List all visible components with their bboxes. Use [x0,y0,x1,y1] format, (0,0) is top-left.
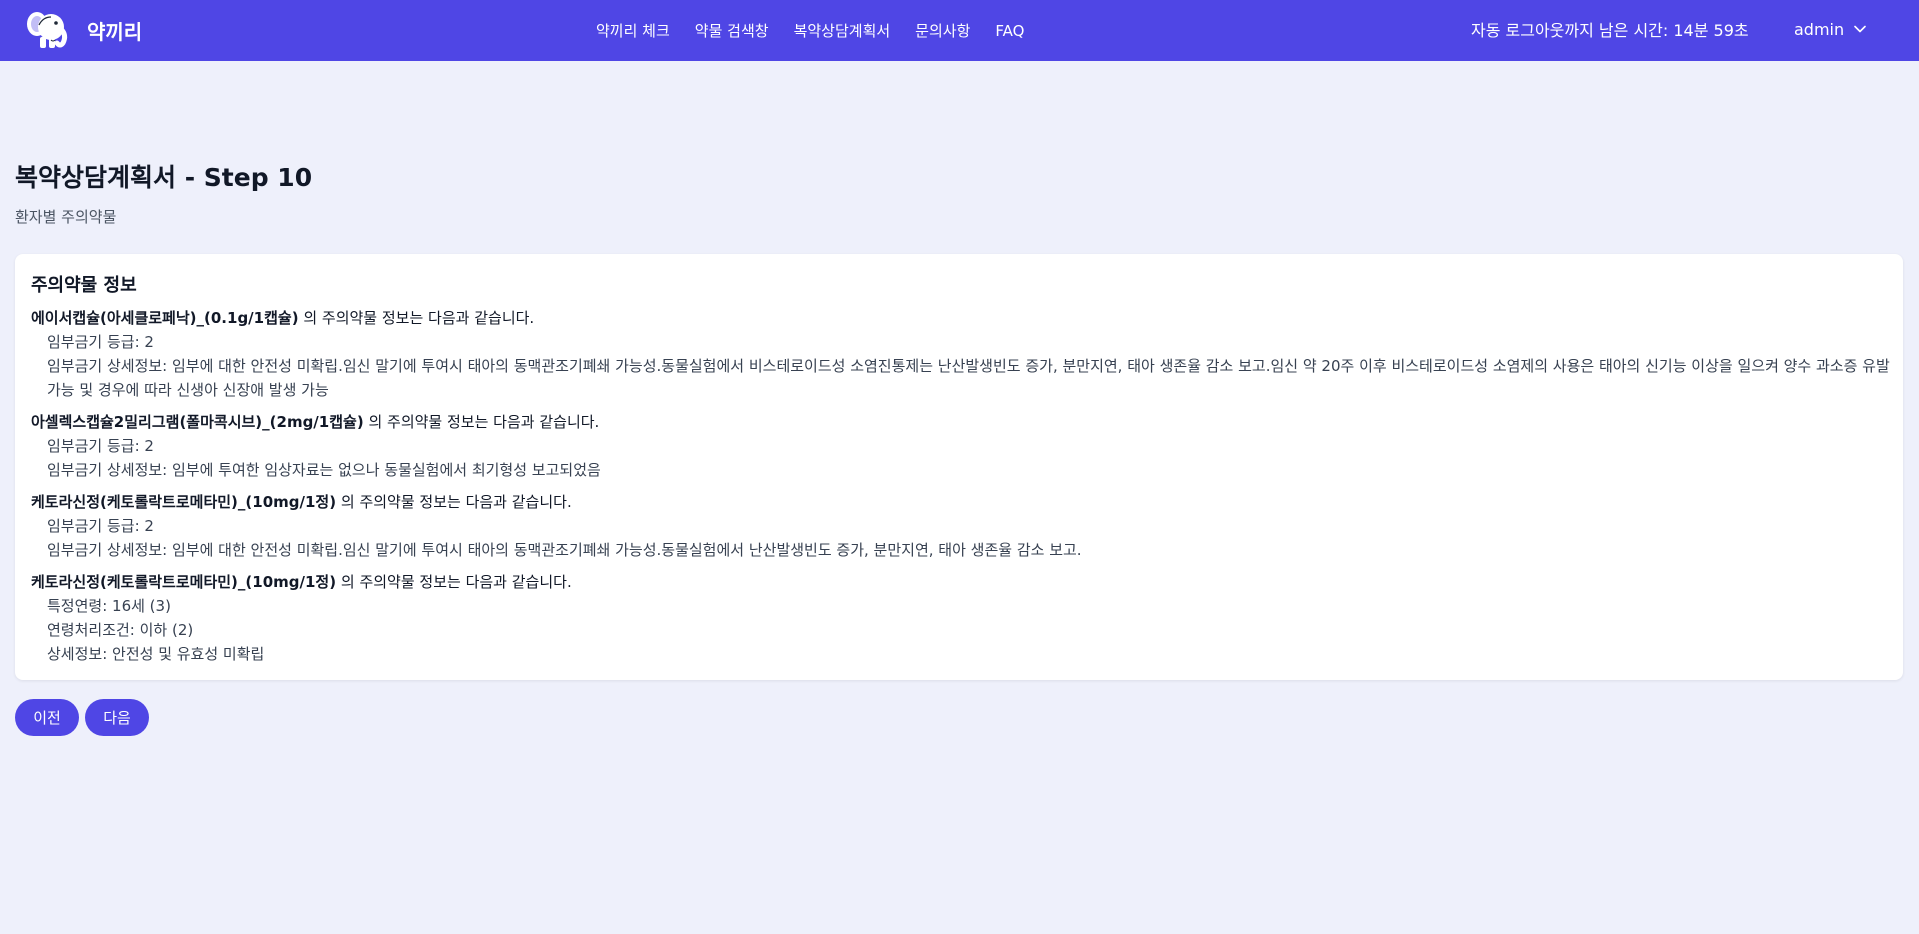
caution-drug-entry: 케토라신정(케토롤락트로메타민)_(10mg/1정) 의 주의약물 정보는 다음… [31,490,1893,562]
detail-line: 연령처리조건: 이하 (2) [47,621,194,639]
card-title: 주의약물 정보 [31,275,137,296]
page-title: 복약상담계획서 - Step 10 [15,163,313,192]
nav-link-faq[interactable]: FAQ [995,22,1024,40]
page-subtitle: 환자별 주의약물 [15,208,117,226]
brand[interactable]: 약끼리 [25,9,142,51]
detail-line: 임부금기 등급: 2 [47,517,154,535]
entry-heading: 에이서캡슐(아세클로페낙)_(0.1g/1캡슐) 의 주의약물 정보는 다음과 … [31,306,1893,330]
nav-link-counseling-plan[interactable]: 복약상담계획서 [794,20,891,41]
entry-heading: 케토라신정(케토롤락트로메타민)_(10mg/1정) 의 주의약물 정보는 다음… [31,490,1893,514]
nav-link-drug-search[interactable]: 약물 검색창 [695,20,769,41]
entry-suffix: 의 주의약물 정보는 다음과 같습니다. [340,493,572,511]
caution-drug-list: 에이서캡슐(아세클로페낙)_(0.1g/1캡슐) 의 주의약물 정보는 다음과 … [31,306,1893,674]
entry-suffix: 의 주의약물 정보는 다음과 같습니다. [368,413,600,431]
entry-heading: 케토라신정(케토롤락트로메타민)_(10mg/1정) 의 주의약물 정보는 다음… [31,570,1893,594]
elephant-logo-icon [27,12,68,48]
detail-line: 상세정보: 안전성 및 유효성 미확립 [47,645,265,663]
caution-drug-entry: 에이서캡슐(아세클로페낙)_(0.1g/1캡슐) 의 주의약물 정보는 다음과 … [31,306,1893,402]
logout-timer: 자동 로그아웃까지 남은 시간: 14분 59초 [1471,21,1749,40]
username: admin [1794,19,1845,39]
entry-suffix: 의 주의약물 정보는 다음과 같습니다. [303,309,535,327]
caution-drug-entry: 아셀렉스캡슐2밀리그램(폴마콕시브)_(2mg/1캡슐) 의 주의약물 정보는 … [31,410,1893,482]
main-nav: 약끼리 체크 약물 검색창 복약상담계획서 문의사항 FAQ [596,0,1049,61]
drug-name: 아셀렉스캡슐2밀리그램(폴마콕시브)_(2mg/1캡슐) [31,413,364,431]
caution-drug-entry: 케토라신정(케토롤락트로메타민)_(10mg/1정) 의 주의약물 정보는 다음… [31,570,1893,666]
drug-name: 케토라신정(케토롤락트로메타민)_(10mg/1정) [31,573,337,591]
drug-name: 케토라신정(케토롤락트로메타민)_(10mg/1정) [31,493,337,511]
caution-drug-card: 주의약물 정보 에이서캡슐(아세클로페낙)_(0.1g/1캡슐) 의 주의약물 … [15,254,1903,680]
detail-line: 특정연령: 16세 (3) [47,597,171,615]
brand-name: 약끼리 [87,19,143,44]
prev-button[interactable]: 이전 [15,699,79,736]
next-button[interactable]: 다음 [85,699,149,736]
entry-suffix: 의 주의약물 정보는 다음과 같습니다. [340,573,572,591]
top-navbar: 약끼리 약끼리 체크 약물 검색창 복약상담계획서 문의사항 FAQ 자동 로그… [0,0,1919,61]
detail-line: 임부금기 상세정보: 임부에 대한 안전성 미확립.임신 말기에 투여시 태아의… [47,541,1082,559]
drug-name: 에이서캡슐(아세클로페낙)_(0.1g/1캡슐) [31,309,299,327]
nav-link-yakkiri-check[interactable]: 약끼리 체크 [596,20,670,41]
detail-line: 임부금기 등급: 2 [47,437,154,455]
detail-line: 임부금기 상세정보: 임부에 대한 안전성 미확립.임신 말기에 투여시 태아의… [47,357,1890,399]
chevron-down-icon [1854,25,1866,33]
nav-link-inquiry[interactable]: 문의사항 [915,20,970,41]
detail-line: 임부금기 상세정보: 임부에 투여한 임상자료는 없으나 동물실험에서 최기형성… [47,461,601,479]
entry-heading: 아셀렉스캡슐2밀리그램(폴마콕시브)_(2mg/1캡슐) 의 주의약물 정보는 … [31,410,1893,434]
detail-line: 임부금기 등급: 2 [47,333,154,351]
user-menu[interactable]: admin [1794,0,1866,58]
